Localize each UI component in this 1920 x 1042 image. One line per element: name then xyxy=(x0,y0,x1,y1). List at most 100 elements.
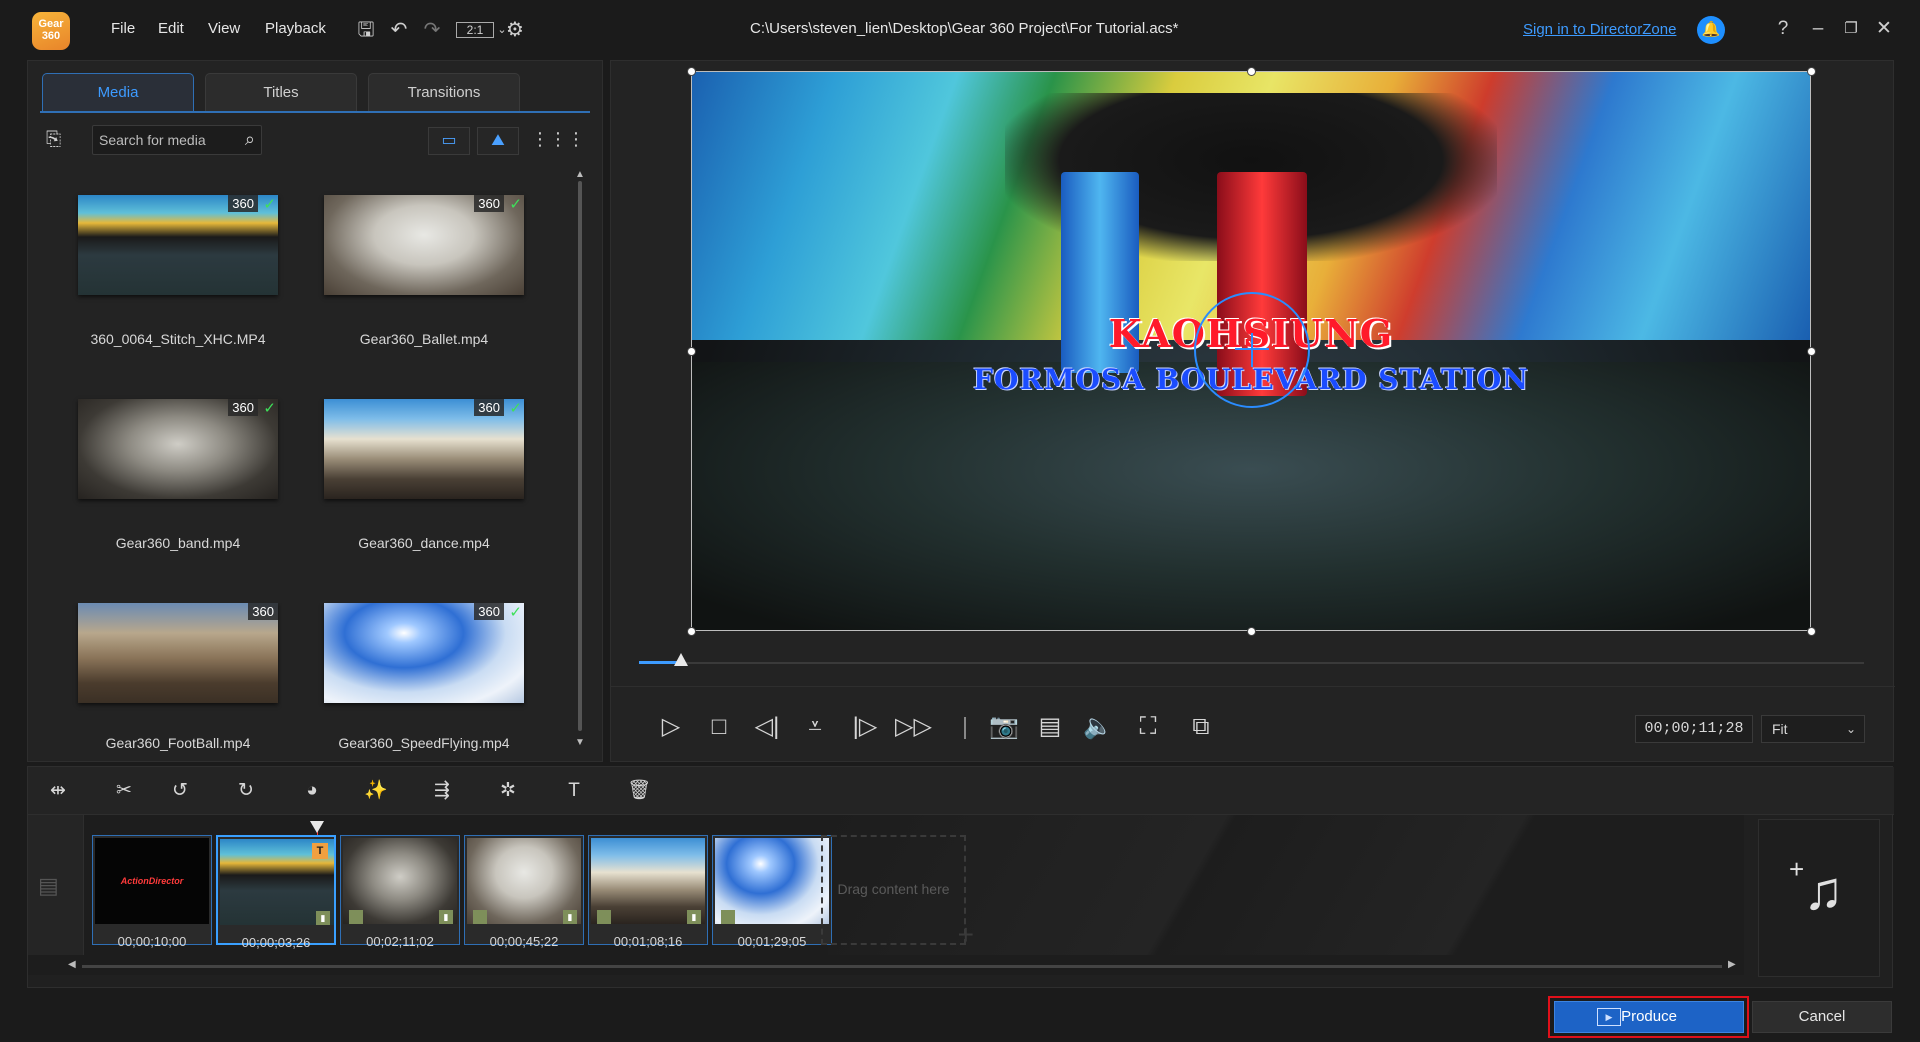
badge-360: 360 xyxy=(248,603,278,620)
import-media-icon[interactable]: ⎘ xyxy=(46,129,72,151)
tab-media[interactable]: Media xyxy=(42,73,194,111)
add-music-area[interactable]: + ♫ xyxy=(1758,819,1880,977)
stop-icon[interactable]: □ xyxy=(701,710,737,744)
title-bar: Gear 360 File Edit View Playback 🖫 ↶ ↷ 2… xyxy=(0,0,1920,58)
timeline-clip[interactable]: ▮ 00;01;08;16 xyxy=(588,835,708,949)
notification-bell-icon[interactable]: 🔔 xyxy=(1697,16,1725,44)
fullscreen-icon[interactable]: ⛶ xyxy=(1130,710,1166,744)
resize-handle[interactable] xyxy=(1247,627,1256,636)
zoom-select[interactable]: Fit ⌄ xyxy=(1761,715,1865,743)
clip-thumbnail: ▮ xyxy=(343,838,457,924)
effects-wand-icon[interactable]: ✨ xyxy=(360,777,392,805)
add-title-icon[interactable]: T xyxy=(558,777,590,805)
menu-edit[interactable]: Edit xyxy=(158,20,184,37)
media-thumbnail[interactable]: 360 ✓ xyxy=(324,603,524,703)
minimize-icon[interactable]: – xyxy=(1805,16,1831,42)
video-view-button[interactable]: ▭ xyxy=(428,127,470,155)
close-icon[interactable]: ✕ xyxy=(1871,16,1897,42)
media-item[interactable]: 360 ✓ Gear360_Ballet.mp4 xyxy=(318,195,528,395)
media-label: Gear360_dance.mp4 xyxy=(358,535,490,551)
scroll-down-icon[interactable]: ▼ xyxy=(575,737,585,748)
media-item[interactable]: 360 Gear360_FootBall.mp4 xyxy=(72,603,282,753)
timeline-clip[interactable]: ▮ 00;02;11;02 xyxy=(340,835,460,949)
help-icon[interactable]: ? xyxy=(1770,16,1796,42)
produce-button[interactable]: ▶ Produce xyxy=(1554,1001,1744,1033)
media-thumbnail[interactable]: 360 xyxy=(78,603,278,703)
timeline-clip[interactable]: ActionDirector 00;00;10;00 xyxy=(92,835,212,949)
project-file-path: C:\Users\steven_lien\Desktop\Gear 360 Pr… xyxy=(750,20,1179,37)
undock-icon[interactable]: ⧉ xyxy=(1183,710,1219,744)
rotate-left-icon[interactable]: ↺ xyxy=(164,777,196,805)
media-thumbnail[interactable]: 360 ✓ xyxy=(324,195,524,295)
resize-handle[interactable] xyxy=(687,627,696,636)
rotate-right-icon[interactable]: ↻ xyxy=(230,777,262,805)
scroll-right-icon[interactable]: ▶ xyxy=(1728,959,1736,970)
save-icon[interactable]: 🖫 xyxy=(354,18,378,42)
play-icon[interactable]: ▷ xyxy=(653,710,689,744)
scroll-up-icon[interactable]: ▲ xyxy=(575,169,585,180)
speed-icon[interactable]: ⇶ xyxy=(426,777,458,805)
media-item[interactable]: 360 ✓ 360_0064_Stitch_XHC.MP4 xyxy=(72,195,282,395)
add-plus-icon: + xyxy=(957,919,974,950)
split-icon[interactable]: ⇹ xyxy=(42,777,74,805)
previous-frame-icon[interactable]: ◁| xyxy=(749,710,785,744)
seek-thumb[interactable] xyxy=(673,653,688,666)
search-input[interactable] xyxy=(99,130,229,150)
media-thumbnail[interactable]: 360 ✓ xyxy=(324,399,524,499)
split-marker-icon[interactable]: ⩡ xyxy=(797,710,833,744)
timeline-panel: ⇹ ✂ ↺ ↻ ◕ ✨ ⇶ ✲ T 🗑 ▤ ActionDirector 00;… xyxy=(27,766,1894,988)
search-icon[interactable]: ⌕ xyxy=(245,129,255,150)
scroll-thumb[interactable] xyxy=(578,181,582,731)
timecode-display[interactable]: 00;00;11;28 xyxy=(1635,715,1753,743)
timeline-scrollbar[interactable]: ◀ ▶ xyxy=(68,959,1740,971)
delete-trash-icon[interactable]: 🗑 xyxy=(623,777,655,805)
restore-icon[interactable]: ❐ xyxy=(1838,16,1864,42)
timeline-clip[interactable]: ▮ 00;00;45;22 xyxy=(464,835,584,949)
media-item[interactable]: 360 ✓ Gear360_SpeedFlying.mp4 xyxy=(318,603,528,753)
clip-duration: 00;02;11;02 xyxy=(366,934,434,949)
media-item[interactable]: 360 ✓ Gear360_dance.mp4 xyxy=(318,399,528,599)
snapshot-camera-icon[interactable]: 📷 xyxy=(986,710,1022,744)
badge-360: 360 xyxy=(474,195,504,212)
settings-gear-icon[interactable]: ⚙ xyxy=(503,18,527,42)
timeline-scroll-thumb[interactable] xyxy=(82,965,1722,968)
menu-view[interactable]: View xyxy=(208,20,240,37)
scroll-left-icon[interactable]: ◀ xyxy=(68,959,76,970)
library-scrollbar[interactable]: ▲ ▼ xyxy=(575,169,585,749)
tab-transitions[interactable]: Transitions xyxy=(368,73,520,111)
seek-bar[interactable] xyxy=(639,662,1864,664)
sign-in-link[interactable]: Sign in to DirectorZone xyxy=(1523,21,1676,38)
resize-handle[interactable] xyxy=(1807,347,1816,356)
menu-file[interactable]: File xyxy=(111,20,135,37)
trim-scissors-icon[interactable]: ✂ xyxy=(108,777,140,805)
media-item[interactable]: 360 ✓ Gear360_band.mp4 xyxy=(72,399,282,599)
menu-playback[interactable]: Playback xyxy=(265,20,326,37)
fast-forward-icon[interactable]: ▷▷ xyxy=(895,710,932,744)
stabilizer-icon[interactable]: ✲ xyxy=(492,777,524,805)
color-adjust-icon[interactable]: ◕ xyxy=(296,777,328,805)
timeline-track[interactable]: ▤ ActionDirector 00;00;10;00 T ▮ 00;00;0… xyxy=(28,815,1744,975)
grid-view-icon[interactable]: ⋮⋮⋮ xyxy=(531,129,585,150)
tab-underline xyxy=(40,111,590,113)
resize-handle[interactable] xyxy=(687,67,696,76)
subtitle-icon[interactable]: ▤ xyxy=(1032,710,1068,744)
resize-handle[interactable] xyxy=(1807,67,1816,76)
image-view-button[interactable]: ⛰ xyxy=(477,127,519,155)
aspect-ratio-icon[interactable]: 2:1 xyxy=(456,22,494,38)
redo-icon[interactable]: ↷ xyxy=(420,18,444,42)
resize-handle[interactable] xyxy=(687,347,696,356)
timeline-clip-selected[interactable]: T ▮ 00;00;03;26 xyxy=(216,835,336,950)
drop-zone[interactable]: Drag content here + xyxy=(821,835,974,950)
video-preview[interactable]: KAOHSIUNG FORMOSA BOULEVARD STATION xyxy=(691,71,1811,631)
media-thumbnail[interactable]: 360 ✓ xyxy=(78,195,278,295)
volume-icon[interactable]: 🔈 xyxy=(1080,710,1116,744)
resize-handle[interactable] xyxy=(1807,627,1816,636)
cancel-button[interactable]: Cancel xyxy=(1752,1001,1892,1033)
undo-icon[interactable]: ↶ xyxy=(387,18,411,42)
media-thumbnail[interactable]: 360 ✓ xyxy=(78,399,278,499)
next-frame-icon[interactable]: |▷ xyxy=(847,710,883,744)
resize-handle[interactable] xyxy=(1247,67,1256,76)
tab-titles[interactable]: Titles xyxy=(205,73,357,111)
timeline-clip[interactable]: 00;01;29;05 xyxy=(712,835,832,949)
playhead-handle[interactable] xyxy=(310,821,324,833)
